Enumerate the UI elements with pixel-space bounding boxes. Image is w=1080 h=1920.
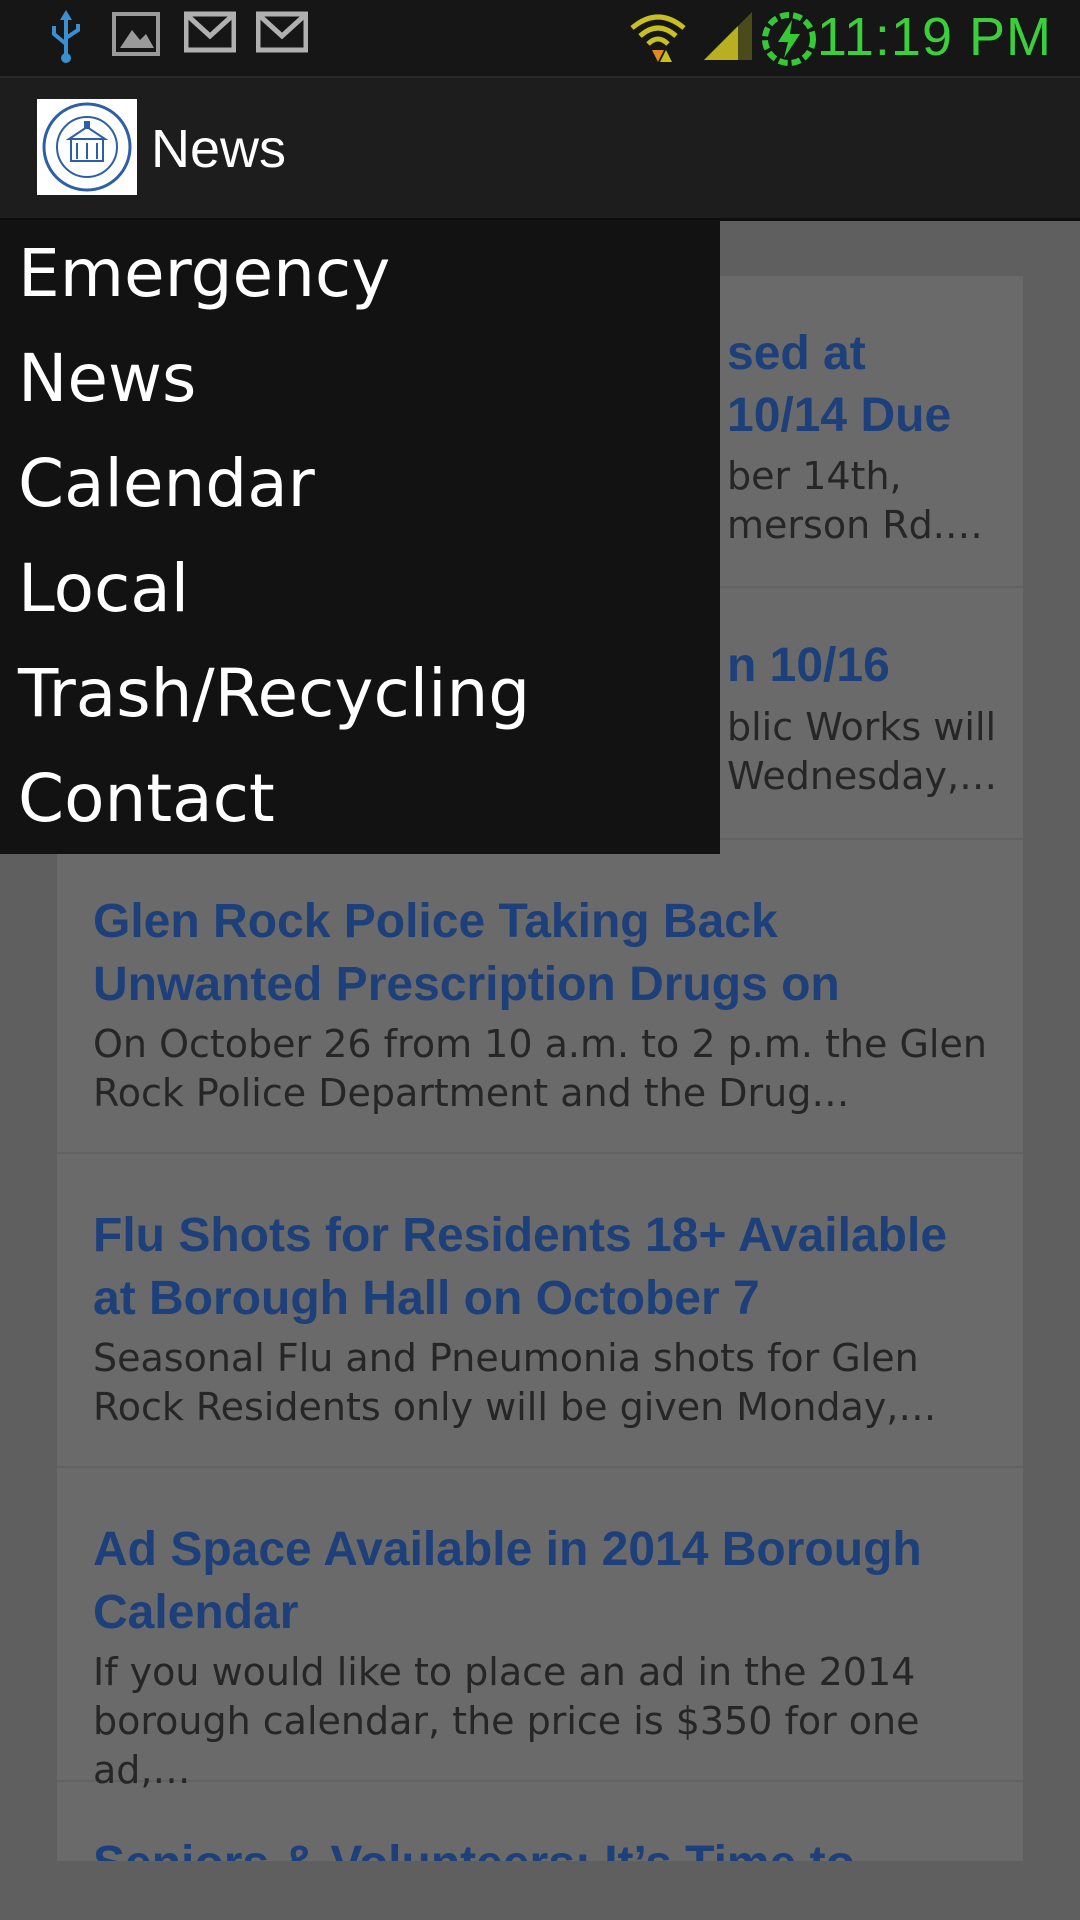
page-title: News <box>151 119 287 179</box>
news-summary: borough calendar, the price is $350 for … <box>93 1699 920 1792</box>
news-summary: If you would like to place an ad in the … <box>93 1650 916 1694</box>
news-title: 10/14 Due <box>727 389 952 442</box>
news-summary: Rock Police Department and the Drug… <box>93 1071 850 1115</box>
news-summary: Seasonal Flu and Pneumonia shots for Gle… <box>93 1336 919 1380</box>
borough-seal-logo[interactable] <box>37 99 137 195</box>
status-bar: 11:19 PM <box>0 0 1080 78</box>
list-item[interactable]: Ad Space Available in 2014 Borough Calen… <box>57 1468 1023 1792</box>
drawer-item-contact[interactable]: Contact <box>18 759 275 839</box>
seal-icon <box>42 102 132 192</box>
battery-charging-icon <box>762 12 816 66</box>
news-title: Glen Rock Police Taking Back <box>93 895 778 948</box>
list-item[interactable]: Flu Shots for Residents 18+ Available at… <box>57 1154 1023 1468</box>
drawer-item-calendar[interactable]: Calendar <box>18 444 315 524</box>
gallery-icon <box>112 12 160 56</box>
signal-icon <box>704 12 752 60</box>
gmail-icon <box>184 11 236 53</box>
news-title: Seniors & Volunteers: It’s Time to <box>93 1832 1013 1861</box>
gmail-icon <box>256 11 308 53</box>
list-item[interactable]: Glen Rock Police Taking Back Unwanted Pr… <box>57 840 1023 1154</box>
list-item[interactable]: Seniors & Volunteers: It’s Time to <box>57 1782 1023 1861</box>
news-summary: Wednesday,… <box>727 754 998 798</box>
navigation-drawer: Emergency News Calendar Local Trash/Recy… <box>0 220 720 854</box>
news-title: at Borough Hall on October 7 <box>93 1272 760 1325</box>
news-title: Ad Space Available in 2014 Borough <box>93 1523 922 1576</box>
news-summary: blic Works will <box>727 705 997 749</box>
news-summary: On October 26 from 10 a.m. to 2 p.m. the… <box>93 1022 987 1066</box>
news-title: sed at <box>727 327 866 380</box>
news-summary: merson Rd.… <box>727 503 983 547</box>
drawer-item-trash-recycling[interactable]: Trash/Recycling <box>18 654 530 734</box>
drawer-item-news[interactable]: News <box>18 339 196 419</box>
news-title: Flu Shots for Residents 18+ Available <box>93 1209 948 1262</box>
drawer-item-emergency[interactable]: Emergency <box>18 234 390 314</box>
wifi-icon <box>630 14 686 62</box>
usb-icon <box>52 10 80 63</box>
clock: 11:19 PM <box>816 7 1052 67</box>
news-title: n 10/16 <box>727 639 890 692</box>
news-summary: ber 14th, <box>727 454 902 498</box>
news-title: Calendar <box>93 1586 299 1639</box>
news-summary: Rock Residents only will be given Monday… <box>93 1385 937 1429</box>
drawer-item-local[interactable]: Local <box>18 549 189 629</box>
news-title: Unwanted Prescription Drugs on <box>93 958 840 1011</box>
action-bar: News <box>0 78 1080 221</box>
